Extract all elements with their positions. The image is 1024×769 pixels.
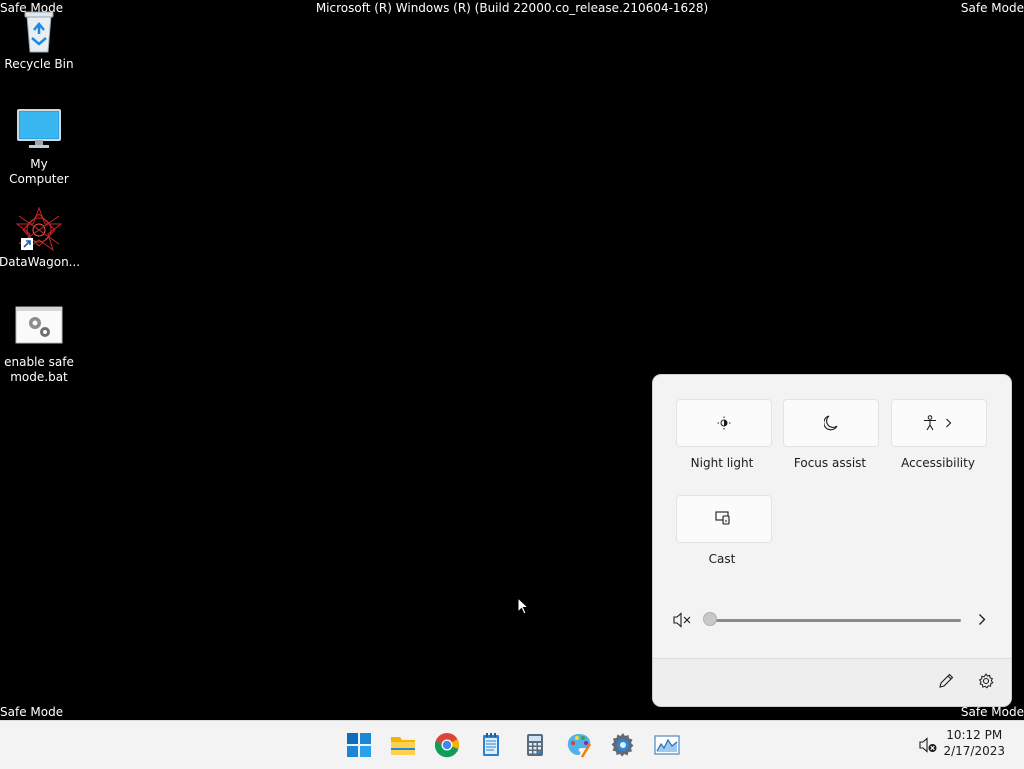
monitor-icon: [15, 108, 63, 154]
desktop-icon-enable-safe-mode[interactable]: enable safe mode.bat: [0, 306, 79, 385]
volume-muted-button[interactable]: [673, 612, 691, 628]
clock-date: 2/17/2023: [943, 744, 1005, 758]
safe-mode-label-bottom-left: Safe Mode: [0, 705, 64, 719]
calculator-icon[interactable]: [522, 732, 548, 758]
recycle-bin-icon: [15, 8, 63, 54]
start-icon[interactable]: [346, 732, 372, 758]
brightness-icon: [717, 416, 731, 430]
safe-mode-label-top-right: Safe Mode: [960, 1, 1024, 15]
chevron-right-icon[interactable]: [978, 613, 986, 626]
mouse-cursor-icon: [517, 597, 529, 615]
tile-label-night-light: Night light: [690, 456, 754, 470]
desktop-icon-label: DataWagon...: [0, 255, 81, 269]
tile-label-accessibility: Accessibility: [901, 456, 975, 470]
settings-icon[interactable]: [610, 732, 636, 758]
app-shortcut-icon: [15, 206, 63, 252]
cast-icon: [715, 511, 730, 525]
desktop-icon-recycle-bin[interactable]: Recycle Bin: [0, 8, 79, 72]
volume-slider-thumb[interactable]: [703, 612, 717, 626]
tile-night-light[interactable]: [676, 399, 772, 447]
volume-slider-track[interactable]: [711, 619, 961, 622]
batch-file-icon: [15, 306, 63, 352]
desktop-icon-label: enable safe mode.bat: [4, 355, 74, 384]
desktop-icon-my-computer[interactable]: My Computer: [0, 108, 79, 187]
moon-icon: [824, 415, 838, 431]
tile-cast[interactable]: [676, 495, 772, 543]
pencil-icon[interactable]: [938, 673, 954, 689]
gear-icon[interactable]: [978, 673, 994, 689]
task-manager-icon[interactable]: [654, 732, 680, 758]
desktop-icon-label: Recycle Bin: [4, 57, 74, 71]
build-title: Microsoft (R) Windows (R) (Build 22000.c…: [315, 1, 709, 15]
safe-mode-label-bottom-right: Safe Mode: [960, 705, 1024, 719]
file-explorer-icon[interactable]: [390, 732, 416, 758]
tile-accessibility[interactable]: [891, 399, 987, 447]
desktop-icon-label: My Computer: [9, 157, 69, 186]
tile-focus-assist[interactable]: [783, 399, 879, 447]
tile-label-focus-assist: Focus assist: [793, 456, 867, 470]
clock-time: 10:12 PM: [946, 728, 1003, 742]
chevron-right-icon[interactable]: [945, 418, 952, 428]
desktop-icon-datawagon[interactable]: DataWagon...: [0, 206, 81, 270]
accessibility-icon: [924, 415, 936, 431]
tile-label-cast: Cast: [708, 552, 736, 566]
quick-settings-footer: [653, 658, 1011, 706]
chrome-icon[interactable]: [434, 732, 460, 758]
volume-muted-icon[interactable]: [918, 736, 938, 754]
notepad-icon[interactable]: [478, 732, 504, 758]
taskbar-clock[interactable]: 10:12 PM 2/17/2023: [943, 727, 1005, 759]
paint-icon[interactable]: [566, 732, 592, 758]
taskbar: [0, 720, 1024, 769]
